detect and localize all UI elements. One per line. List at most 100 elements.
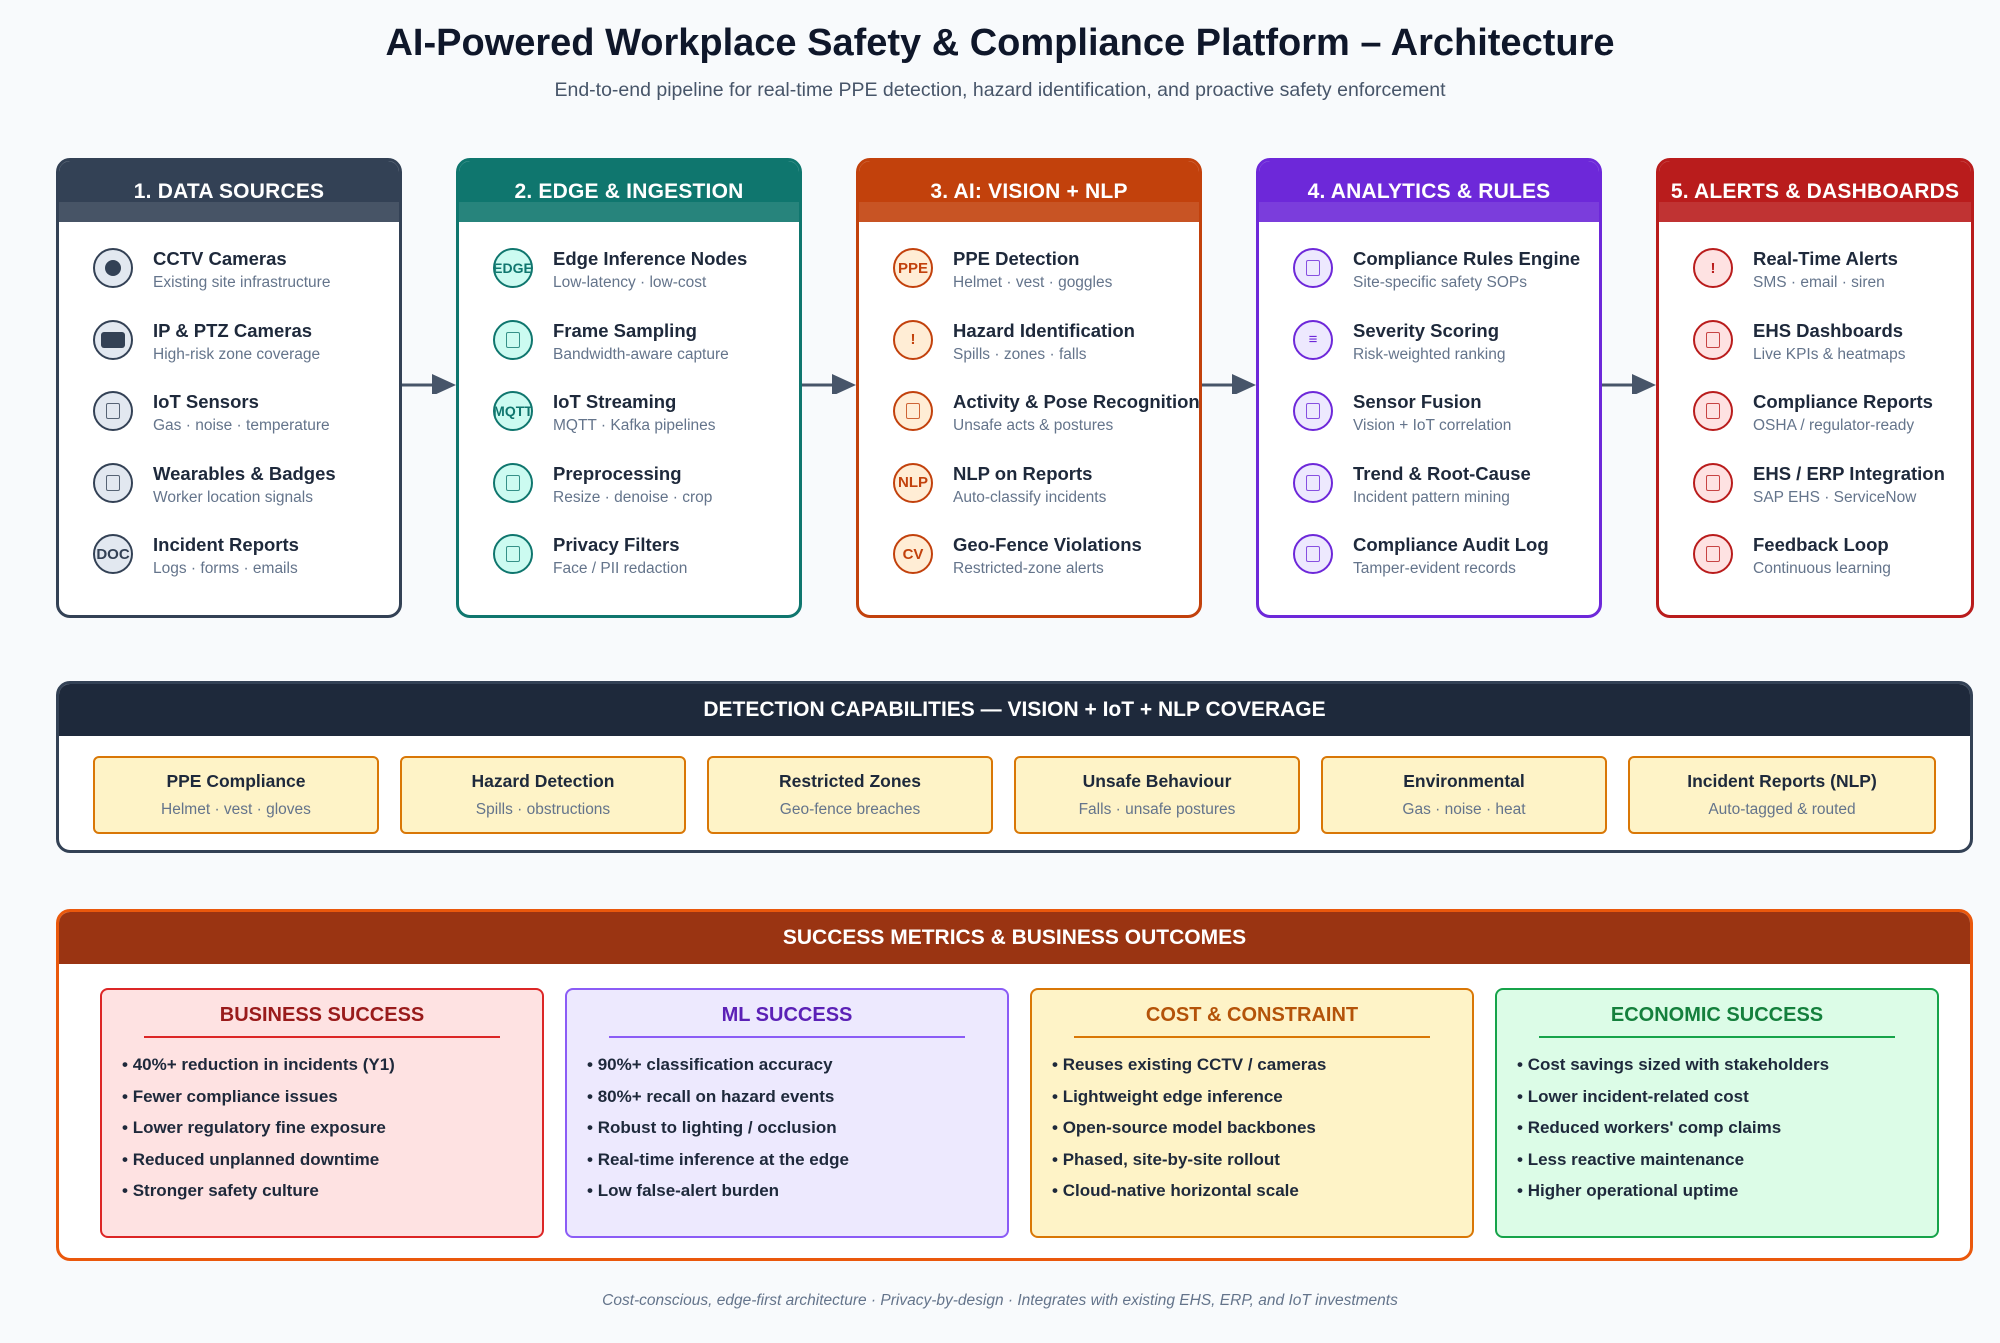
stage-item-title: Severity Scoring: [1353, 319, 1500, 341]
sensor-icon: [93, 391, 133, 431]
nlp-icon: NLP: [893, 462, 933, 503]
stage-item: MQTT IoT Streaming MQTT · Kafka pipelines: [493, 389, 799, 461]
stage-item-subtitle: Helmet · vest · goggles: [953, 274, 1113, 291]
stage-item: Wearables & Badges Worker location signal…: [93, 461, 399, 533]
stage-item-subtitle: Restricted-zone alerts: [953, 560, 1104, 577]
report-icon: [1693, 391, 1733, 431]
stage-item: IoT Sensors Gas · noise · temperature: [93, 389, 399, 461]
list-icon: ≡: [1293, 319, 1333, 360]
metric-list-item: Lower regulatory fine exposure: [122, 1117, 542, 1149]
stage-header: 3. AI: VISION + NLP: [859, 161, 1199, 222]
stage-item: Trend & Root-Cause Incident pattern minin…: [1293, 461, 1599, 533]
stage-item-title: Privacy Filters: [553, 534, 680, 555]
list-icon-glyph: ≡: [1308, 331, 1318, 348]
cv-icon-glyph: CV: [902, 545, 924, 563]
page-subtitle: End-to-end pipeline for real-time PPE de…: [554, 79, 1446, 101]
success-metrics-panel: SUCCESS METRICS & BUSINESS OUTCOMES BUSI…: [56, 909, 1973, 1261]
privacy-icon: [493, 534, 533, 574]
stage-item-text: Compliance Audit Log Tamper-evident recor…: [1353, 532, 1549, 579]
metric-card-title: ECONOMIC SUCCESS: [1610, 1004, 1824, 1026]
stage-item-title: Wearables & Badges: [153, 462, 336, 484]
stage-item-title: CCTV Cameras: [153, 248, 287, 269]
warning-icon-glyph: !: [910, 331, 916, 348]
stage-item-subtitle: Low-latency · low-cost: [553, 274, 707, 291]
stage-item-title: Incident Reports: [153, 534, 299, 555]
nlp-icon-glyph: NLP: [898, 474, 928, 491]
metric-card: COST & CONSTRAINT Reuses existing CCTV / …: [1030, 988, 1474, 1238]
metric-list-item: 90%+ classification accuracy: [587, 1054, 1007, 1086]
flow-arrow-icon: [402, 374, 456, 394]
flow-arrow-icon: [1202, 374, 1256, 394]
stage-item-subtitle: Face / PII redaction: [553, 560, 688, 577]
alert-icon: !: [1693, 248, 1733, 288]
capability-subtitle: Falls · unsafe postures: [1078, 801, 1236, 818]
stage-item-title: NLP on Reports: [953, 462, 1093, 484]
stage-item: ! Real-Time Alerts SMS · email · siren: [1693, 246, 1971, 318]
stage-body: ! Real-Time Alerts SMS · email · siren EHS …: [1659, 222, 1971, 604]
pose-icon: [893, 391, 933, 431]
metric-card-divider: [1074, 1036, 1430, 1038]
ppe-icon-glyph: PPE: [897, 259, 928, 277]
camera-icon: [93, 248, 133, 288]
metric-list-item: Lower incident-related cost: [1517, 1086, 1937, 1118]
trend-icon: [1293, 462, 1333, 503]
metric-list-item: Fewer compliance issues: [122, 1086, 542, 1118]
stage-item-subtitle: High-risk zone coverage: [153, 345, 321, 363]
metric-list: 90%+ classification accuracy80%+ recall …: [567, 1054, 1007, 1212]
footer-note: Cost-conscious, edge-first architecture …: [602, 1292, 1398, 1309]
stage-item-title: Hazard Identification: [953, 319, 1135, 341]
metric-list-item: Reduced workers' comp claims: [1517, 1117, 1937, 1149]
stage-body: Compliance Rules Engine Site-specific saf…: [1259, 222, 1599, 604]
stage-item: Compliance Audit Log Tamper-evident recor…: [1293, 532, 1599, 604]
capability-card: Hazard Detection Spills · obstructions: [400, 756, 686, 834]
stage-item: IP & PTZ Cameras High-risk zone coverage: [93, 318, 399, 390]
stage-item-subtitle: SAP EHS · ServiceNow: [1753, 488, 1917, 506]
detection-row: PPE Compliance Helmet · vest · gloves Haza…: [59, 736, 1970, 834]
stage-header: 1. DATA SOURCES: [59, 161, 399, 222]
stage-item: ≡ Severity Scoring Risk-weighted ranking: [1293, 318, 1599, 390]
stage-item-text: Compliance Reports OSHA / regulator-ready: [1753, 389, 1933, 436]
capability-title: Restricted Zones: [779, 771, 921, 791]
stage-item-subtitle: Tamper-evident records: [1353, 560, 1516, 577]
metric-card-title: ML SUCCESS: [721, 1004, 853, 1026]
metric-list-item: 40%+ reduction in incidents (Y1): [122, 1054, 542, 1086]
preprocess-icon: [493, 462, 533, 503]
stage-item-text: NLP on Reports Auto-classify incidents: [953, 461, 1106, 508]
frame-icon: [493, 319, 533, 360]
stage-panel-5: 5. ALERTS & DASHBOARDS! Real-Time Alerts S…: [1656, 158, 1974, 618]
ppe-icon: PPE: [893, 248, 933, 288]
stage-item-title: IoT Streaming: [553, 391, 677, 412]
capability-card: Incident Reports (NLP) Auto-tagged & rout…: [1628, 756, 1936, 834]
stage-item-text: Incident Reports Logs · forms · emails: [153, 532, 299, 579]
stage-item-text: Hazard Identification Spills · zones · fa…: [953, 318, 1135, 365]
stage-item: EHS Dashboards Live KPIs & heatmaps: [1693, 318, 1971, 390]
metric-list-item: Lightweight edge inference: [1052, 1086, 1472, 1118]
stage-item-text: Privacy Filters Face / PII redaction: [553, 532, 687, 579]
metric-card-title: BUSINESS SUCCESS: [219, 1004, 425, 1026]
metric-list-item: Cloud-native horizontal scale: [1052, 1180, 1472, 1212]
stage-item-subtitle: Auto-classify incidents: [953, 488, 1107, 506]
stage-item-title: Sensor Fusion: [1353, 391, 1482, 412]
flow-arrow-icon: [802, 374, 856, 394]
stage-item: Sensor Fusion Vision + IoT correlation: [1293, 389, 1599, 461]
metric-list-item: 80%+ recall on hazard events: [587, 1086, 1007, 1118]
stage-item-title: Frame Sampling: [553, 319, 697, 341]
edge-icon: EDGE: [493, 248, 533, 288]
stage-item-title: EHS / ERP Integration: [1753, 462, 1945, 484]
stage-item-subtitle: Continuous learning: [1753, 560, 1891, 577]
stage-item-text: Real-Time Alerts SMS · email · siren: [1753, 246, 1898, 293]
capability-subtitle: Gas · noise · heat: [1402, 801, 1526, 818]
stage-item: Compliance Rules Engine Site-specific saf…: [1293, 246, 1599, 318]
stage-item-text: Severity Scoring Risk-weighted ranking: [1353, 318, 1506, 365]
metric-card: BUSINESS SUCCESS 40%+ reduction in incide…: [100, 988, 544, 1238]
metric-list-item: Low false-alert burden: [587, 1180, 1007, 1212]
metrics-header: SUCCESS METRICS & BUSINESS OUTCOMES: [59, 912, 1970, 964]
audit-icon: [1293, 534, 1333, 574]
metric-list-item: Open-source model backbones: [1052, 1117, 1472, 1149]
edge-icon-glyph: EDGE: [493, 260, 533, 276]
metric-list-item: Real-time inference at the edge: [587, 1149, 1007, 1181]
metric-card-divider: [144, 1036, 500, 1038]
stage-item-subtitle: Incident pattern mining: [1353, 488, 1510, 506]
stage-item-text: PPE Detection Helmet · vest · goggles: [953, 246, 1112, 293]
stage-item-subtitle: OSHA / regulator-ready: [1753, 417, 1915, 434]
